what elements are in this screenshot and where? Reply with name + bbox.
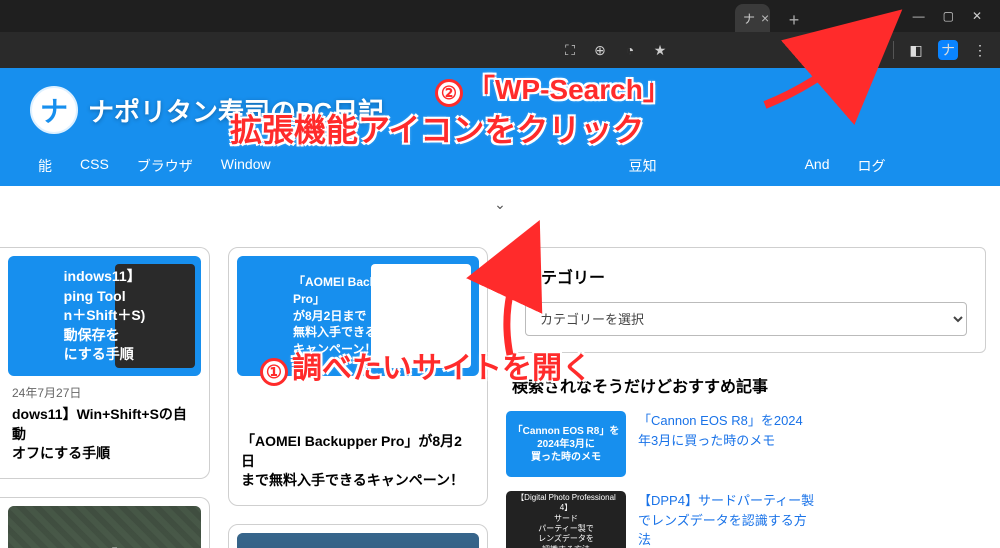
related-link[interactable]: 【DPP4】サードパーティー製 でレンズデータを認識する方 法 (638, 491, 986, 548)
profile-avatar-icon[interactable]: ナ (938, 40, 958, 60)
card-thumbnail: 「AOMEI Backupper Pro」 が8月2日まで 無料入手できる キャ… (237, 256, 479, 376)
maximize-icon[interactable]: ▢ (943, 9, 954, 23)
category-select[interactable]: カテゴリーを選択 (525, 302, 967, 336)
screen-icon[interactable]: ⛶ (561, 41, 579, 59)
nav-item[interactable]: CSS (80, 156, 109, 176)
thumb-text: 「AOMEI Backupper Pro」 が8月2日まで 無料入手できる キャ… (293, 274, 423, 358)
minimize-icon[interactable]: — (913, 9, 925, 23)
browser-toolbar: ⛶ ⊕ ◔ ★ ✦ ◧ ナ ⋮ (0, 32, 1000, 68)
widget-title: カテゴリー (525, 264, 967, 288)
browser-titlebar: ナ × + — ▢ ✕ (0, 0, 1000, 32)
main-layout: indows11】 ping Tool n＋Shift＋S) 動保存を にする手… (0, 231, 1000, 548)
card-thumbnail: rome】 leレンズ (8, 506, 201, 548)
nav-item[interactable]: ブラウザ (137, 156, 193, 176)
extensions-puzzle-icon[interactable]: ✦ (861, 40, 881, 60)
page-content: ナ ナポリタン寿司のPC日記 能 CSS ブラウザ Window 豆知 And … (0, 68, 1000, 548)
left-column: indows11】 ping Tool n＋Shift＋S) 動保存を にする手… (0, 247, 210, 548)
rel-thumb-text: 【Digital Photo Professional 4】 サード パーティー… (512, 493, 620, 548)
card-title: dows11】Win+Shift+Sの自動 オフにする手順 (12, 405, 197, 464)
nav-item[interactable]: Window (221, 156, 271, 176)
wp-search-extension-icon[interactable] (829, 40, 849, 60)
related-thumb: 「Cannon EOS R8」を 2024年3月に 買った時のメモ (506, 411, 626, 477)
site-header: ナ ナポリタン寿司のPC日記 能 CSS ブラウザ Window 豆知 And … (0, 68, 1000, 186)
site-nav: 能 CSS ブラウザ Window 豆知 And ログ (30, 134, 970, 186)
nav-item[interactable]: 能 (38, 156, 52, 176)
card-thumbnail: 夏だ！ 2024年7月に (237, 533, 479, 548)
rel-thumb-text: 「Cannon EOS R8」を 2024年3月に 買った時のメモ (513, 425, 620, 464)
new-tab-button[interactable]: + (780, 8, 808, 32)
browser-tab[interactable]: ナ × (735, 4, 770, 32)
expand-chevron[interactable]: ⌄ (0, 186, 1000, 231)
chevron-down-icon: ⌄ (494, 196, 506, 212)
related-link[interactable]: 「Cannon EOS R8」を2024 年3月に買った時のメモ (638, 411, 986, 477)
toolbar-divider (893, 41, 894, 59)
site-title: ナポリタン寿司のPC日記 (88, 92, 384, 129)
right-sidebar: カテゴリー カテゴリーを選択 検索されなそうだけどおすすめ記事 「Cannon … (506, 247, 1000, 548)
menu-kebab-icon[interactable]: ⋮ (970, 40, 990, 60)
related-heading: 検索されなそうだけどおすすめ記事 (512, 373, 986, 397)
thumb-text: indows11】 ping Tool n＋Shift＋S) 動保存を にする手… (64, 267, 146, 365)
close-icon[interactable]: × (761, 10, 769, 26)
site-title-row[interactable]: ナ ナポリタン寿司のPC日記 (30, 86, 970, 134)
window-controls: — ▢ ✕ (895, 0, 1000, 32)
related-item[interactable]: 「Cannon EOS R8」を 2024年3月に 買った時のメモ 「Canno… (506, 411, 986, 477)
card-date: 24年7月27日 (12, 384, 197, 401)
translate-icon[interactable]: ◔ (621, 41, 639, 59)
nav-item[interactable]: 豆知 (629, 156, 657, 176)
card-title: 「AOMEI Backupper Pro」が8月2日 まで無料入手できるキャンペ… (241, 432, 475, 491)
middle-column: 「AOMEI Backupper Pro」 が8月2日まで 無料入手できる キャ… (228, 247, 488, 548)
card-thumbnail: indows11】 ping Tool n＋Shift＋S) 動保存を にする手… (8, 256, 201, 376)
related-thumb: 【Digital Photo Professional 4】 サード パーティー… (506, 491, 626, 548)
side-panel-icon[interactable]: ◧ (906, 40, 926, 60)
related-item[interactable]: 【Digital Photo Professional 4】 サード パーティー… (506, 491, 986, 548)
nav-item[interactable]: ログ (858, 156, 886, 176)
category-widget: カテゴリー カテゴリーを選択 (506, 247, 986, 353)
article-card[interactable]: indows11】 ping Tool n＋Shift＋S) 動保存を にする手… (0, 247, 210, 479)
article-card[interactable]: 「AOMEI Backupper Pro」 が8月2日まで 無料入手できる キャ… (228, 247, 488, 506)
close-window-icon[interactable]: ✕ (972, 9, 982, 23)
extension-icons: ✦ ◧ ナ ⋮ (689, 40, 990, 60)
tab-label: ナ (743, 10, 755, 27)
bookmark-icon[interactable]: ★ (651, 41, 669, 59)
article-card[interactable]: 夏だ！ 2024年7月に (228, 524, 488, 548)
zoom-icon[interactable]: ⊕ (591, 41, 609, 59)
site-logo-icon: ナ (30, 86, 78, 134)
article-card[interactable]: rome】 leレンズ (0, 497, 210, 548)
nav-item[interactable]: And (805, 156, 830, 176)
omnibox-icons: ⛶ ⊕ ◔ ★ (561, 41, 689, 59)
tab-strip: ナ × + (0, 4, 895, 32)
